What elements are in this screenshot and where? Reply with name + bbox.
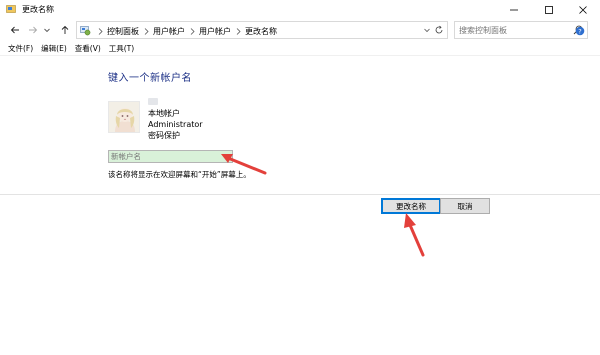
divider (0, 194, 600, 195)
forward-button[interactable] (26, 23, 40, 37)
name-hint: 该名称将显示在欢迎屏幕和“开始”屏幕上。 (108, 170, 251, 179)
control-panel-icon (80, 26, 91, 36)
chevron-down-icon[interactable] (423, 26, 431, 34)
breadcrumb-user-accounts-sub[interactable]: 用户帐户 (199, 26, 231, 37)
menu-bar: 文件(F) 编辑(E) 查看(V) 工具(T) (0, 42, 600, 56)
chevron-right-icon[interactable] (185, 27, 199, 35)
close-button[interactable] (566, 0, 600, 19)
recent-dropdown-icon (44, 28, 50, 33)
menu-file[interactable]: 文件(F) (8, 43, 33, 54)
page-title: 键入一个新帐户名 (108, 73, 192, 84)
account-name: Administrator (148, 120, 203, 129)
minimize-icon (510, 9, 518, 10)
new-name-field[interactable] (108, 150, 233, 163)
window-title: 更改名称 (22, 5, 54, 14)
main-content: 键入一个新帐户名 本地帐户 Administrator 密码保护 该名称将显示在… (0, 57, 600, 355)
up-arrow-icon (61, 25, 69, 34)
search-input[interactable] (455, 22, 565, 38)
account-type: 本地帐户 (148, 109, 180, 118)
forward-arrow-icon (29, 26, 38, 34)
breadcrumb-change-name[interactable]: 更改名称 (245, 26, 277, 37)
blurred-account-name (148, 98, 158, 105)
chevron-right-icon[interactable] (231, 27, 245, 35)
app-icon (6, 5, 16, 13)
close-icon (579, 5, 587, 14)
refresh-icon[interactable] (434, 25, 444, 35)
password-status: 密码保护 (148, 131, 180, 140)
address-bar[interactable]: 控制面板 用户帐户 用户帐户 更改名称 (76, 21, 448, 39)
menu-view[interactable]: 查看(V) (75, 43, 101, 54)
back-button[interactable] (8, 23, 22, 37)
up-button[interactable] (58, 23, 72, 37)
breadcrumb-user-accounts[interactable]: 用户帐户 (153, 26, 185, 37)
maximize-icon (545, 5, 553, 14)
rename-button[interactable]: 更改名称 (381, 198, 441, 214)
menu-tools[interactable]: 工具(T) (109, 43, 134, 54)
address-row: 控制面板 用户帐户 用户帐户 更改名称 ? (0, 19, 600, 41)
help-icon: ? (575, 26, 585, 36)
cancel-button[interactable]: 取消 (440, 198, 490, 214)
title-bar: 更改名称 (0, 0, 600, 19)
search-box[interactable] (454, 21, 588, 39)
back-arrow-icon (10, 26, 19, 34)
recent-locations-button[interactable] (42, 23, 52, 37)
new-name-input[interactable] (109, 151, 232, 162)
minimize-button[interactable] (497, 0, 531, 19)
user-avatar (108, 101, 140, 133)
maximize-button[interactable] (532, 0, 566, 19)
chevron-right-icon[interactable] (93, 27, 107, 35)
breadcrumb-control-panel[interactable]: 控制面板 (107, 26, 139, 37)
svg-text:?: ? (578, 27, 581, 35)
chevron-right-icon[interactable] (139, 27, 153, 35)
menu-edit[interactable]: 编辑(E) (41, 43, 67, 54)
breadcrumb: 控制面板 用户帐户 用户帐户 更改名称 (93, 25, 277, 37)
help-button[interactable]: ? (574, 25, 586, 37)
